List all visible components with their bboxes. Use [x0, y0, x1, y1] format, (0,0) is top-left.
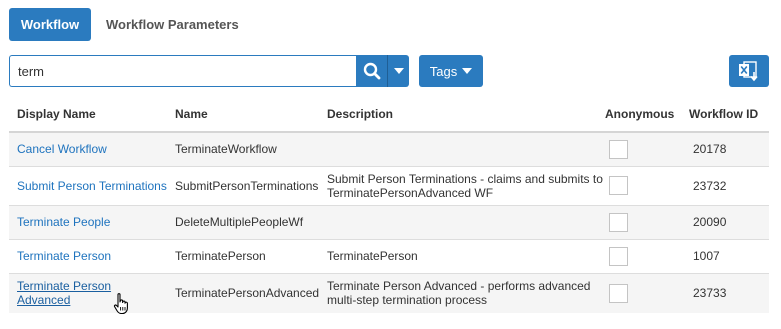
column-header-description[interactable]: Description: [319, 97, 605, 133]
excel-export-icon: [739, 61, 758, 82]
anonymous-checkbox[interactable]: [609, 176, 628, 195]
column-header-anonymous[interactable]: Anonymous: [605, 97, 685, 133]
hand-pointer-icon: [113, 293, 128, 315]
table-row[interactable]: Terminate Person TerminatePerson Termina…: [9, 239, 769, 274]
table-row[interactable]: Submit Person Terminations SubmitPersonT…: [9, 166, 769, 206]
workflow-name: DeleteMultiplePeopleWf: [167, 205, 319, 240]
workflow-id: 23733: [685, 273, 769, 313]
search-input[interactable]: [9, 55, 365, 87]
search-options-dropdown[interactable]: [387, 55, 409, 87]
table-header-row: Display Name Name Description Anonymous …: [9, 97, 769, 133]
workflow-table: Display Name Name Description Anonymous …: [9, 97, 769, 313]
chevron-down-icon: [462, 68, 473, 74]
anonymous-checkbox[interactable]: [609, 283, 628, 303]
workflow-description: [319, 205, 605, 240]
display-name-link[interactable]: Cancel Workflow: [17, 142, 107, 156]
anonymous-checkbox[interactable]: [609, 139, 628, 159]
workflow-description: TerminatePerson: [319, 239, 605, 274]
column-header-name[interactable]: Name: [167, 97, 319, 133]
workflow-id: 1007: [685, 239, 769, 274]
display-name-link[interactable]: Terminate People: [17, 215, 110, 229]
tab-workflow-parameters[interactable]: Workflow Parameters: [106, 8, 239, 41]
chevron-down-icon: [393, 68, 404, 74]
workflow-description: Submit Person Terminations - claims and …: [319, 166, 605, 206]
workflow-name: TerminatePerson: [167, 239, 319, 274]
display-name-link[interactable]: Terminate Person: [17, 249, 111, 263]
tab-workflow[interactable]: Workflow: [9, 8, 91, 41]
table-row[interactable]: Terminate People DeleteMultiplePeopleWf …: [9, 205, 769, 240]
workflow-description: Terminate Person Advanced - performs adv…: [319, 273, 605, 313]
workflow-name: TerminateWorkflow: [167, 132, 319, 167]
column-header-workflow-id[interactable]: Workflow ID: [685, 97, 769, 133]
search-icon: [363, 62, 380, 80]
tags-button[interactable]: Tags: [419, 55, 483, 87]
tags-button-label: Tags: [429, 63, 458, 79]
table-row[interactable]: Cancel Workflow TerminateWorkflow 20178: [9, 132, 769, 167]
workflow-id: 23732: [685, 166, 769, 206]
search-button[interactable]: [356, 55, 387, 87]
workflow-id: 20090: [685, 205, 769, 240]
export-excel-button[interactable]: [729, 55, 769, 87]
workflow-id: 20178: [685, 132, 769, 167]
column-header-display-name[interactable]: Display Name: [9, 97, 167, 133]
search-group: [9, 55, 409, 87]
workflow-description: [319, 132, 605, 167]
workflow-name: TerminatePersonAdvanced: [167, 273, 319, 313]
display-name-link[interactable]: Submit Person Terminations: [17, 179, 167, 193]
anonymous-checkbox[interactable]: [609, 246, 628, 266]
workflow-name: SubmitPersonTerminations: [167, 166, 319, 206]
display-name-link[interactable]: Terminate Person Advanced: [17, 279, 111, 307]
anonymous-checkbox[interactable]: [609, 212, 628, 232]
